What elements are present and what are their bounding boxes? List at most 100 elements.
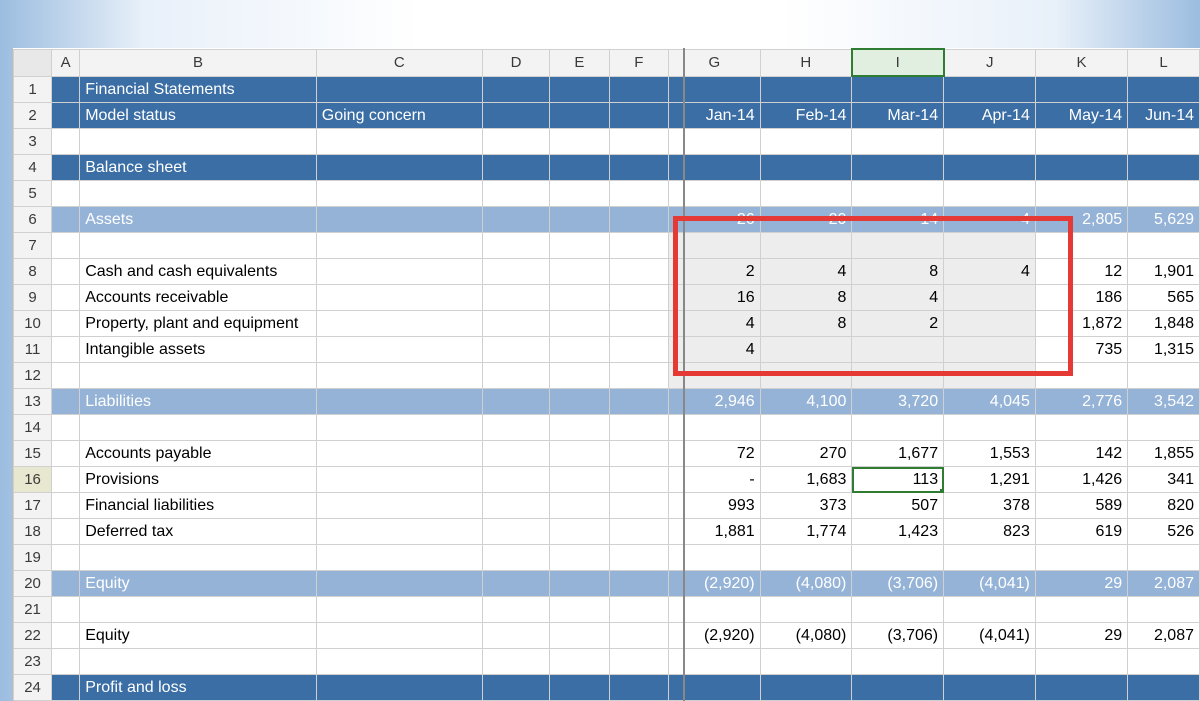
cell-G16[interactable]: - (668, 467, 760, 493)
row-header-15[interactable]: 15 (14, 441, 52, 467)
cell-H16[interactable]: 1,683 (760, 467, 852, 493)
cell-G20[interactable]: (2,920) (668, 571, 760, 597)
cell-G14[interactable] (668, 415, 760, 441)
cell-J12[interactable] (944, 363, 1036, 389)
row-header-8[interactable]: 8 (14, 259, 52, 285)
cell-C1[interactable] (316, 76, 482, 103)
cell-A5[interactable] (52, 181, 80, 207)
cell-E6[interactable] (550, 207, 609, 233)
cell-L1[interactable] (1128, 76, 1200, 103)
cell-B12[interactable] (80, 363, 317, 389)
cell-B1[interactable]: Financial Statements (80, 76, 317, 103)
cell-C13[interactable] (316, 389, 482, 415)
cell-K20[interactable]: 29 (1035, 571, 1127, 597)
col-header-K[interactable]: K (1035, 49, 1127, 76)
col-header-E[interactable]: E (550, 49, 609, 76)
cell-J19[interactable] (944, 545, 1036, 571)
cell-F16[interactable] (609, 467, 668, 493)
cell-F24[interactable] (609, 675, 668, 701)
cell-H19[interactable] (760, 545, 852, 571)
cell-D22[interactable] (482, 623, 549, 649)
cell-B13[interactable]: Liabilities (80, 389, 317, 415)
cell-D10[interactable] (482, 311, 549, 337)
cell-E12[interactable] (550, 363, 609, 389)
cell-D3[interactable] (482, 129, 549, 155)
cell-H22[interactable]: (4,080) (760, 623, 852, 649)
cell-K23[interactable] (1035, 649, 1127, 675)
cell-B10[interactable]: Property, plant and equipment (80, 311, 317, 337)
cell-J20[interactable]: (4,041) (944, 571, 1036, 597)
cell-B11[interactable]: Intangible assets (80, 337, 317, 363)
cell-L11[interactable]: 1,315 (1128, 337, 1200, 363)
cell-C14[interactable] (316, 415, 482, 441)
cell-J14[interactable] (944, 415, 1036, 441)
cell-K8[interactable]: 12 (1035, 259, 1127, 285)
cell-D13[interactable] (482, 389, 549, 415)
cell-H20[interactable]: (4,080) (760, 571, 852, 597)
cell-E14[interactable] (550, 415, 609, 441)
cell-A24[interactable] (52, 675, 80, 701)
cell-J22[interactable]: (4,041) (944, 623, 1036, 649)
cell-L8[interactable]: 1,901 (1128, 259, 1200, 285)
cell-D16[interactable] (482, 467, 549, 493)
cell-C22[interactable] (316, 623, 482, 649)
row-header-23[interactable]: 23 (14, 649, 52, 675)
col-header-C[interactable]: C (316, 49, 482, 76)
cell-B15[interactable]: Accounts payable (80, 441, 317, 467)
cell-F9[interactable] (609, 285, 668, 311)
col-header-B[interactable]: B (80, 49, 317, 76)
cell-A18[interactable] (52, 519, 80, 545)
cell-H2[interactable]: Feb-14 (760, 103, 852, 129)
cell-I7[interactable] (852, 233, 944, 259)
cell-E11[interactable] (550, 337, 609, 363)
cell-C8[interactable] (316, 259, 482, 285)
cell-F4[interactable] (609, 155, 668, 181)
cell-L19[interactable] (1128, 545, 1200, 571)
cell-C18[interactable] (316, 519, 482, 545)
cell-F11[interactable] (609, 337, 668, 363)
cell-A14[interactable] (52, 415, 80, 441)
cell-L13[interactable]: 3,542 (1128, 389, 1200, 415)
cell-K7[interactable] (1035, 233, 1127, 259)
cell-D9[interactable] (482, 285, 549, 311)
row-header-10[interactable]: 10 (14, 311, 52, 337)
cell-C15[interactable] (316, 441, 482, 467)
cell-B2[interactable]: Model status (80, 103, 317, 129)
select-all-corner[interactable] (14, 49, 52, 76)
col-header-A[interactable]: A (52, 49, 80, 76)
cell-I10[interactable]: 2 (852, 311, 944, 337)
cell-A10[interactable] (52, 311, 80, 337)
cell-I1[interactable] (852, 76, 944, 103)
cell-E3[interactable] (550, 129, 609, 155)
row-header-17[interactable]: 17 (14, 493, 52, 519)
cell-K19[interactable] (1035, 545, 1127, 571)
cell-B23[interactable] (80, 649, 317, 675)
cell-H15[interactable]: 270 (760, 441, 852, 467)
cell-B21[interactable] (80, 597, 317, 623)
cell-E1[interactable] (550, 76, 609, 103)
cell-I8[interactable]: 8 (852, 259, 944, 285)
cell-H11[interactable] (760, 337, 852, 363)
row-header-1[interactable]: 1 (14, 76, 52, 103)
cell-F21[interactable] (609, 597, 668, 623)
cell-I22[interactable]: (3,706) (852, 623, 944, 649)
cell-H5[interactable] (760, 181, 852, 207)
col-header-I[interactable]: I (852, 49, 944, 76)
cell-L23[interactable] (1128, 649, 1200, 675)
cell-L5[interactable] (1128, 181, 1200, 207)
cell-G13[interactable]: 2,946 (668, 389, 760, 415)
cell-K22[interactable]: 29 (1035, 623, 1127, 649)
cell-D7[interactable] (482, 233, 549, 259)
col-header-G[interactable]: G (668, 49, 760, 76)
cell-B3[interactable] (80, 129, 317, 155)
cell-D4[interactable] (482, 155, 549, 181)
cell-F10[interactable] (609, 311, 668, 337)
row-header-18[interactable]: 18 (14, 519, 52, 545)
cell-G24[interactable] (668, 675, 760, 701)
cell-F8[interactable] (609, 259, 668, 285)
cell-J6[interactable]: 4 (944, 207, 1036, 233)
cell-A21[interactable] (52, 597, 80, 623)
col-header-L[interactable]: L (1128, 49, 1200, 76)
cell-A11[interactable] (52, 337, 80, 363)
cell-C19[interactable] (316, 545, 482, 571)
